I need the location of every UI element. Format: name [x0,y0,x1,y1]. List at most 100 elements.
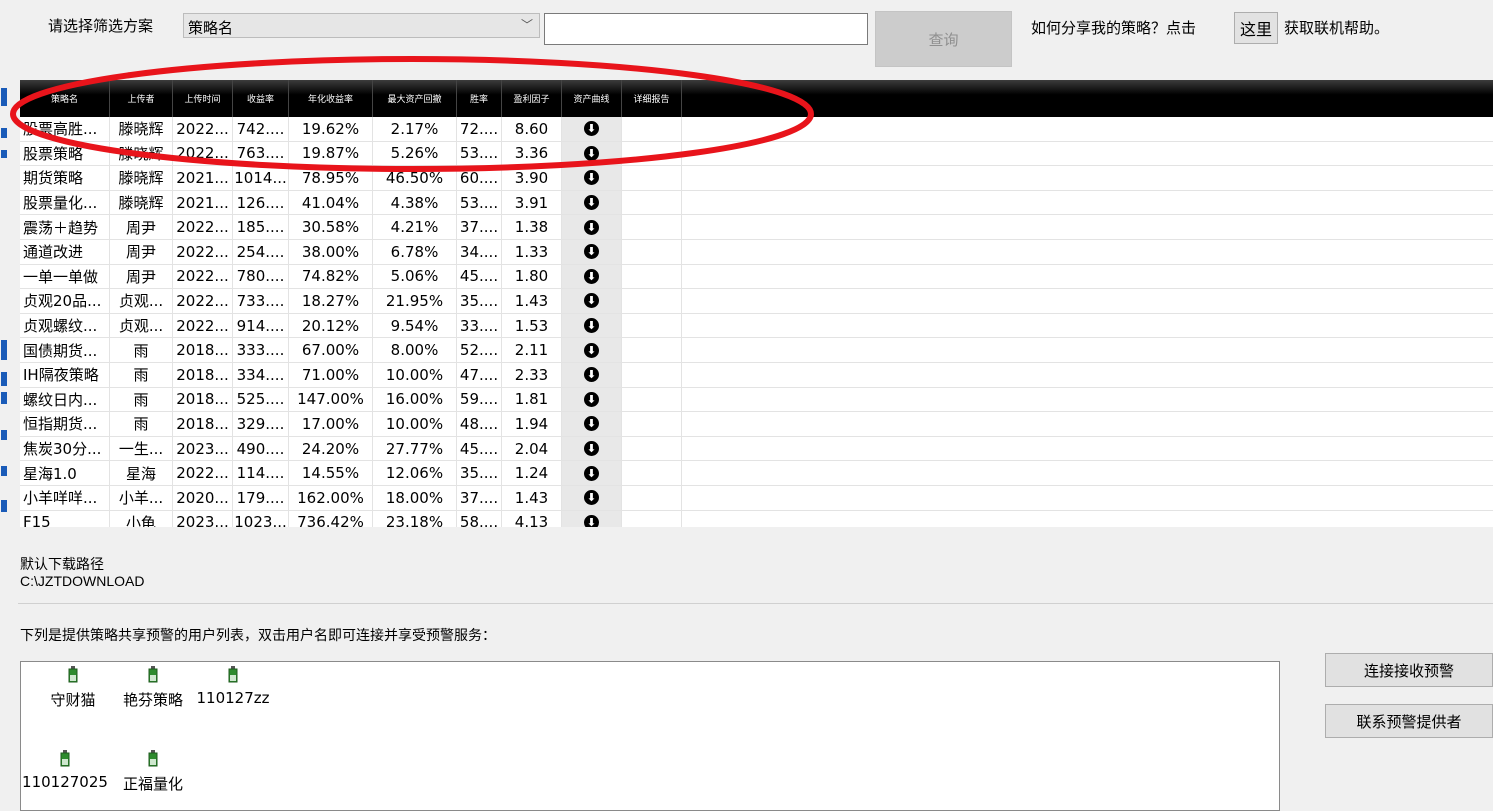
column-header[interactable]: 收益率 [233,80,289,117]
connect-alert-button[interactable]: 连接接收预警 [1325,653,1493,687]
table-cell: 2020... [173,485,233,510]
table-row[interactable]: F15 小龟 2023... 1023... 736.42% 23.18% 58.... 4.… [20,510,1493,527]
table-cell: 33.... [457,313,502,338]
table-row[interactable]: 贞观螺纹... 贞观... 2022... 914.... 20.12% 9.54% 33.… [20,313,1493,339]
alert-user-item[interactable]: 艳芬策略 [109,666,197,710]
download-circle-icon[interactable]: ⬇ [584,219,599,235]
table-cell: 2018... [173,362,233,387]
download-circle-icon[interactable]: ⬇ [584,416,599,432]
table-row[interactable]: 一单一单做 周尹 2022... 780.... 74.82% 5.06% 45.... 1.… [20,264,1493,290]
download-circle-icon[interactable]: ⬇ [584,490,599,506]
table-row[interactable]: IH隔夜策略雨 2018... 334.... 71.00% 10.00% 47.... 2… [20,362,1493,388]
alert-user-list[interactable]: 守财猫 艳芬策略 110127zz 110127025 正福量化 [20,661,1280,811]
alert-user-name: 110127025 [22,773,108,791]
report-cell[interactable] [622,510,682,527]
download-circle-icon[interactable]: ⬇ [584,342,599,358]
download-circle-icon[interactable]: ⬇ [584,391,599,407]
asset-curve-cell[interactable]: ⬇ [562,412,622,436]
asset-curve-cell[interactable]: ⬇ [562,485,622,510]
asset-curve-cell[interactable]: ⬇ [562,313,622,338]
download-circle-icon[interactable]: ⬇ [584,318,599,334]
table-row[interactable]: 恒指期货... 雨 2018... 329.... 17.00% 10.00% 48....… [20,412,1493,437]
report-cell[interactable] [622,215,682,239]
download-circle-icon[interactable]: ⬇ [584,170,599,186]
table-cell: 19.87% [289,141,373,166]
report-cell[interactable] [622,362,682,387]
report-cell[interactable] [622,289,682,313]
table-row[interactable]: 焦炭30分... 一生... 2023... 490.... 24.20% 27.77% 4… [20,436,1493,462]
asset-curve-cell[interactable]: ⬇ [562,461,622,485]
table-row[interactable]: 贞观20品... 贞观... 2022... 733.... 18.27% 21.95% 3… [20,289,1493,314]
asset-curve-cell[interactable]: ⬇ [562,289,622,313]
table-row[interactable]: 股票量化... 滕晓辉 2021... 126.... 41.04% 4.38% 53...… [20,190,1493,216]
table-row[interactable]: 小羊咩咩... 小羊... 2020... 179.... 162.00% 18.00% 3… [20,485,1493,511]
download-circle-icon[interactable]: ⬇ [584,465,599,481]
asset-curve-cell[interactable]: ⬇ [562,141,622,166]
download-circle-icon[interactable]: ⬇ [584,367,599,383]
report-cell[interactable] [622,190,682,215]
download-circle-icon[interactable]: ⬇ [584,145,599,161]
column-header[interactable]: 盈利因子 [502,80,562,117]
report-cell[interactable] [622,141,682,166]
help-prefix-text: 如何分享我的策略？点击 [1031,19,1197,37]
contact-provider-button[interactable]: 联系预警提供者 [1325,704,1493,738]
help-link-button[interactable]: 这里 [1234,12,1278,44]
report-cell[interactable] [622,239,682,264]
report-cell[interactable] [622,264,682,289]
asset-curve-cell[interactable]: ⬇ [562,239,622,264]
asset-curve-cell[interactable]: ⬇ [562,387,622,412]
asset-curve-cell[interactable]: ⬇ [562,338,622,362]
column-header[interactable]: 胜率 [457,80,502,117]
report-cell[interactable] [622,117,682,141]
table-row[interactable]: 股票高胜... 滕晓辉 2022... 742.... 19.62% 2.17% 72...… [20,117,1493,142]
column-header[interactable]: 策略名 [20,80,110,117]
column-header[interactable]: 上传者 [110,80,173,117]
download-circle-icon[interactable]: ⬇ [584,514,599,527]
table-cell: 736.42% [289,510,373,527]
column-header[interactable]: 资产曲线 [562,80,622,117]
column-header[interactable]: 详细报告 [622,80,682,117]
asset-curve-cell[interactable]: ⬇ [562,510,622,527]
table-row[interactable]: 通道改进 周尹 2022... 254.... 38.00% 6.78% 34.... 1.3… [20,239,1493,265]
table-cell: 3.36 [502,141,562,166]
download-circle-icon[interactable]: ⬇ [584,244,599,260]
filter-scheme-select[interactable]: 策略名 ﹀ [183,13,540,38]
column-header[interactable]: 上传时间 [173,80,233,117]
table-row[interactable]: 震荡＋趋势 周尹 2022... 185.... 30.58% 4.21% 37.... 1.… [20,215,1493,240]
asset-curve-cell[interactable]: ⬇ [562,117,622,141]
alert-user-item[interactable]: 正福量化 [109,750,197,794]
alert-user-item[interactable]: 110127zz [189,666,277,707]
asset-curve-cell[interactable]: ⬇ [562,362,622,387]
report-cell[interactable] [622,412,682,436]
asset-curve-cell[interactable]: ⬇ [562,190,622,215]
filter-keyword-input[interactable] [544,13,868,45]
asset-curve-cell[interactable]: ⬇ [562,166,622,190]
asset-curve-cell[interactable]: ⬇ [562,436,622,461]
column-header[interactable]: 最大资产回撤 [373,80,457,117]
alert-user-item[interactable]: 110127025 [21,750,109,791]
report-cell[interactable] [622,387,682,412]
download-circle-icon[interactable]: ⬇ [584,268,599,284]
table-row[interactable]: 国债期货... 雨 2018... 333.... 67.00% 8.00% 52.... 2… [20,338,1493,363]
report-cell[interactable] [622,485,682,510]
table-row[interactable]: 星海1.0 星海 2022... 114.... 14.55% 12.06% 35.... 1… [20,461,1493,486]
table-row[interactable]: 螺纹日内... 雨 2018... 525.... 147.00% 16.00% 59...… [20,387,1493,413]
download-circle-icon[interactable]: ⬇ [584,293,599,309]
report-cell[interactable] [622,166,682,190]
column-header[interactable]: 年化收益率 [289,80,373,117]
download-circle-icon[interactable]: ⬇ [584,441,599,457]
table-row[interactable]: 股票策略 滕晓辉 2022... 763.... 19.87% 5.26% 53.... 3.… [20,141,1493,167]
report-cell[interactable] [622,461,682,485]
alert-user-item[interactable]: 守财猫 [29,666,117,710]
table-cell: 17.00% [289,412,373,436]
asset-curve-cell[interactable]: ⬇ [562,264,622,289]
query-button[interactable]: 查询 [875,11,1012,67]
report-cell[interactable] [622,436,682,461]
download-circle-icon[interactable]: ⬇ [584,121,599,137]
asset-curve-cell[interactable]: ⬇ [562,215,622,239]
download-circle-icon[interactable]: ⬇ [584,195,599,211]
report-cell[interactable] [622,338,682,362]
strategy-table[interactable]: 策略名 上传者 上传时间 收益率 年化收益率 最大资产回撤 胜率 盈利因子 资产曲线 详细报告 股… [20,80,1493,527]
report-cell[interactable] [622,313,682,338]
table-row[interactable]: 期货策略 滕晓辉 2021... 1014... 78.95% 46.50% 60.... 3… [20,166,1493,191]
